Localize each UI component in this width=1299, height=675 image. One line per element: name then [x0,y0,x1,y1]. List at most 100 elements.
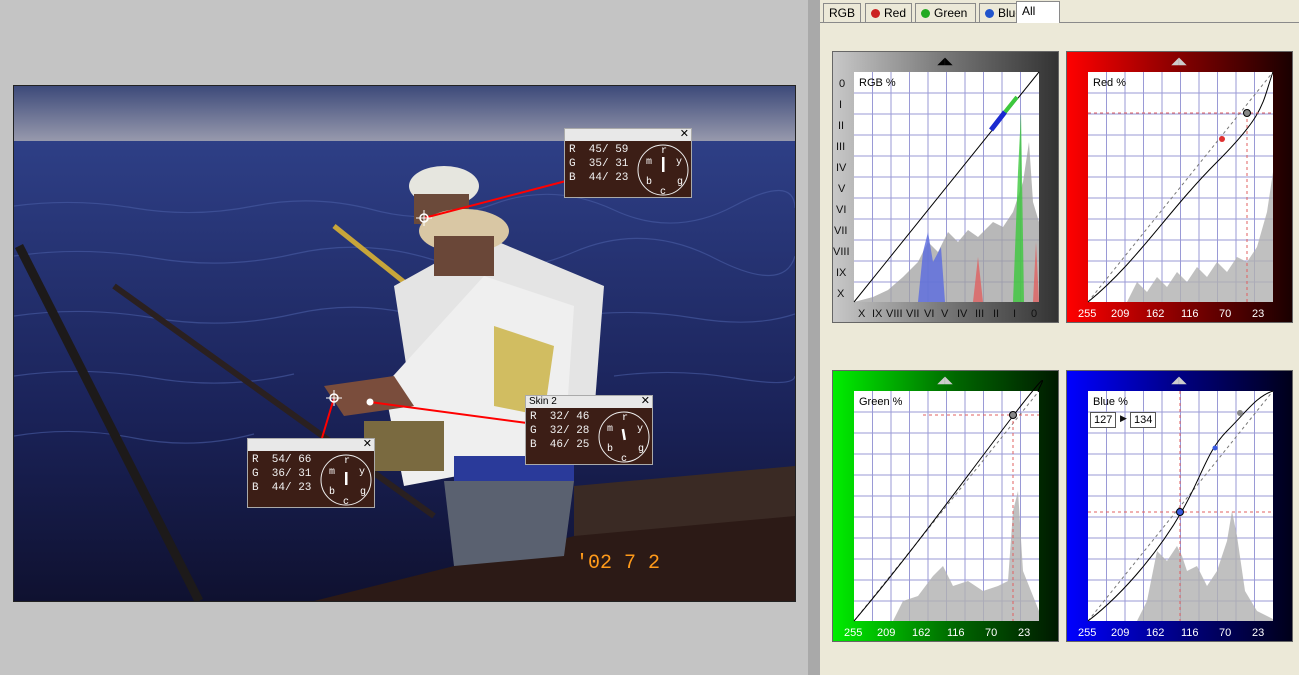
axis-tick: 23 [1252,308,1265,320]
axis-tick: 255 [844,627,863,639]
axis-tick: 162 [1146,627,1165,639]
zone-label-bottom: VIII [886,308,903,320]
rgb-curve-graph[interactable]: ◢◣ [833,52,1060,324]
svg-text:r: r [344,456,350,467]
axis-tick: 116 [947,627,965,639]
probe-titlebar[interactable]: ✕ [565,129,691,141]
tab-all-label: All [1022,4,1036,18]
probe-overlay [321,180,567,439]
probe-marker-2[interactable] [366,398,374,406]
curve-handle-icon: ◢◣ [1171,56,1187,67]
probe-b-value: B 46/ 25 [530,439,590,451]
close-icon[interactable]: ✕ [363,439,372,450]
zone-label-left: X [837,288,845,300]
zone-label-bottom: 0 [1031,308,1038,320]
curve-output-value[interactable]: 134 [1130,412,1157,428]
axis-tick: 162 [912,627,931,639]
tab-red-label: Red [884,6,907,20]
zone-label-left: VII [834,225,848,237]
tab-green-label: Green [934,6,968,20]
svg-text:g: g [677,177,683,188]
svg-text:m: m [607,424,613,435]
tab-all[interactable]: All [1016,1,1060,23]
tab-rgb[interactable]: RGB [823,3,861,22]
red-curve-panel: ◢◣ Red % 255 209 162 116 70 23 [1066,51,1293,323]
curve-handle-icon: ◢◣ [937,375,953,386]
rgb-curve-panel: ◢◣ RGB % 0 I II III IV V VI VII VIII IX … [832,51,1059,323]
axis-tick: 23 [1252,627,1265,639]
curve-input-value[interactable]: 127 [1090,412,1117,428]
axis-tick: 70 [1219,308,1232,320]
tab-rgb-label: RGB [829,6,856,20]
svg-text:b: b [646,176,652,188]
svg-text:c: c [343,497,349,508]
green-curve-title: Green % [859,396,903,408]
zone-label-left: III [836,141,846,153]
probe-r-value: R 54/ 66 [252,454,312,466]
probe-b-value: B 44/ 23 [252,482,312,494]
red-curve-graph[interactable]: ◢◣ [1067,52,1294,324]
svg-text:r: r [622,413,628,424]
zone-label-bottom: VI [924,308,935,320]
zone-label-bottom: X [858,308,866,320]
axis-tick: 209 [877,627,896,639]
arrow-right-icon: ▶ [1120,413,1127,423]
axis-tick: 255 [1078,308,1097,320]
close-icon[interactable]: ✕ [641,396,650,407]
zone-label-left: VIII [833,246,850,258]
channel-tabs: RGB Red Green Blue All [820,0,1299,24]
zone-label-bottom: I [1013,308,1017,320]
svg-text:c: c [621,454,627,465]
zone-label-left: IX [836,267,847,279]
zone-label-bottom: VII [906,308,920,320]
axis-tick: 255 [1078,627,1097,639]
axis-tick: 70 [985,627,998,639]
svg-text:y: y [359,467,365,478]
zone-label-bottom: III [975,308,985,320]
axis-tick: 70 [1219,627,1232,639]
svg-text:m: m [329,467,335,478]
zone-label-bottom: II [993,308,1000,320]
probe-titlebar[interactable]: ✕ [248,439,374,451]
zone-label-left: 0 [839,78,846,90]
probe-titlebar[interactable]: Skin 2 ✕ [526,396,652,408]
svg-text:y: y [637,424,643,435]
color-probe-3[interactable]: ✕ R 54/ 66 G 36/ 31 B 44/ 23 m r y b c g [247,438,375,508]
rgb-curve-title: RGB % [859,77,896,89]
svg-text:y: y [676,157,682,168]
probe-marker-3[interactable] [326,390,342,406]
zone-label-left: VI [836,204,847,216]
axis-tick: 23 [1018,627,1031,639]
tab-red[interactable]: Red [865,3,912,22]
curve-handle-icon: ◢◣ [1171,375,1187,386]
blue-curve-panel: ◢◣ Blue % 127 ▶ 134 255 209 162 116 70 2… [1066,370,1293,642]
red-curve-title: Red % [1093,77,1127,89]
tab-green[interactable]: Green [915,3,976,22]
zone-label-bottom: IX [872,308,883,320]
curves-grid: ◢◣ RGB % 0 I II III IV V VI VII VIII IX … [825,25,1299,675]
probe-r-value: R 45/ 59 [569,144,629,156]
probe-title: Skin 2 [529,396,557,407]
close-icon[interactable]: ✕ [680,129,689,140]
svg-text:c: c [660,187,666,198]
color-dial-icon: m r y b c g [320,454,372,508]
color-probe-skin-2[interactable]: Skin 2 ✕ R 32/ 46 G 32/ 28 B 46/ 25 m r y… [525,395,653,465]
pane-splitter[interactable] [808,0,820,675]
axis-tick: 116 [1181,308,1199,320]
svg-text:b: b [607,443,613,455]
probe-marker-1[interactable] [416,210,432,226]
curve-handle-icon: ◢◣ [937,56,953,67]
green-curve-panel: ◢◣ Green % 255 209 162 116 70 23 [832,370,1059,642]
axis-tick: 209 [1111,627,1130,639]
blue-dot-icon [985,9,994,18]
color-probe-1[interactable]: ✕ R 45/ 59 G 35/ 31 B 44/ 23 m r y b c g [564,128,692,198]
green-curve-graph[interactable]: ◢◣ [833,371,1060,643]
green-dot-icon [921,9,930,18]
color-dial-icon: m r y b c g [637,144,689,198]
svg-text:g: g [360,487,366,498]
blue-curve-title: Blue % [1093,396,1128,408]
axis-tick: 116 [1181,627,1199,639]
red-dot-icon [871,9,880,18]
probe-r-value: R 32/ 46 [530,411,590,423]
zone-label-bottom: IV [957,308,968,320]
